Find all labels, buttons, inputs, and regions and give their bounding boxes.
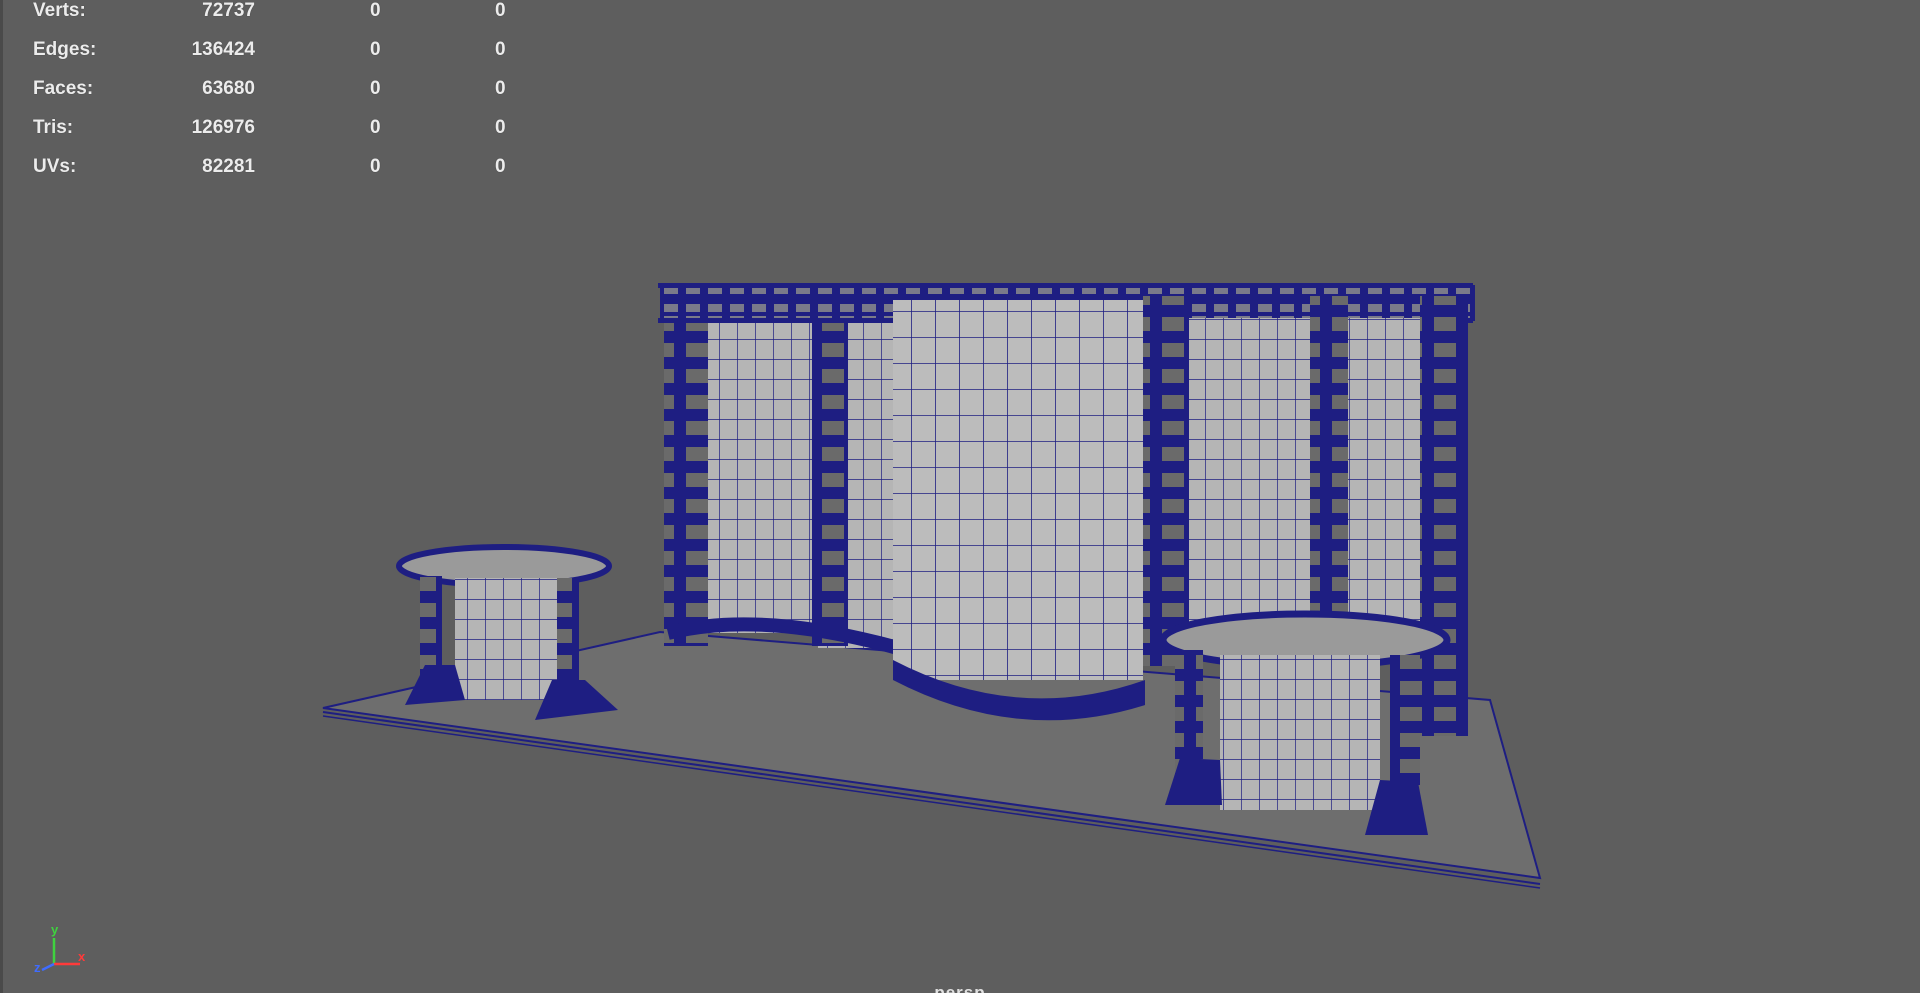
hud-selected: 0 (370, 117, 381, 138)
camera-name-label: persp (934, 983, 986, 993)
hud-total: 136424 (191, 39, 255, 60)
x-axis-label: x (78, 949, 86, 964)
hud-label: Faces: (33, 78, 94, 99)
axis-gizmo-icon: y z x (34, 922, 86, 975)
hud-row-tris: Tris: 126976 0 0 (0, 117, 560, 141)
hud-label: Tris: (33, 117, 74, 138)
y-axis-label: y (51, 922, 59, 937)
hud-row-faces: Faces: 63680 0 0 (0, 78, 560, 102)
hud-row-uvs: UVs: 82281 0 0 (0, 156, 560, 180)
hud-selected: 0 (370, 0, 381, 21)
hud-selected: 0 (370, 78, 381, 99)
hud-label: Edges: (33, 39, 97, 60)
hud-label: Verts: (33, 0, 86, 21)
hud-component: 0 (495, 156, 506, 177)
z-axis-line (41, 962, 55, 972)
perspective-viewport[interactable]: Verts: 72737 0 0 Edges: 136424 0 0 Faces… (0, 0, 1920, 993)
hud-component: 0 (495, 39, 506, 60)
hud-total: 72737 (202, 0, 255, 21)
hud-total: 126976 (191, 117, 255, 138)
left-table (396, 544, 618, 720)
left-back-wall (664, 316, 900, 655)
central-curved-wall (893, 295, 1145, 721)
hud-row-verts: Verts: 72737 0 0 (0, 0, 560, 24)
hud-component: 0 (495, 78, 506, 99)
z-axis-label: z (34, 960, 41, 975)
hud-component: 0 (495, 0, 506, 21)
hud-total: 63680 (202, 78, 255, 99)
hud-component: 0 (495, 117, 506, 138)
hud-label: UVs: (33, 156, 77, 177)
hud-selected: 0 (370, 156, 381, 177)
poly-count-hud: Verts: 72737 0 0 Edges: 136424 0 0 Faces… (0, 0, 560, 180)
hud-row-edges: Edges: 136424 0 0 (0, 39, 560, 63)
hud-selected: 0 (370, 39, 381, 60)
hud-total: 82281 (202, 156, 255, 177)
